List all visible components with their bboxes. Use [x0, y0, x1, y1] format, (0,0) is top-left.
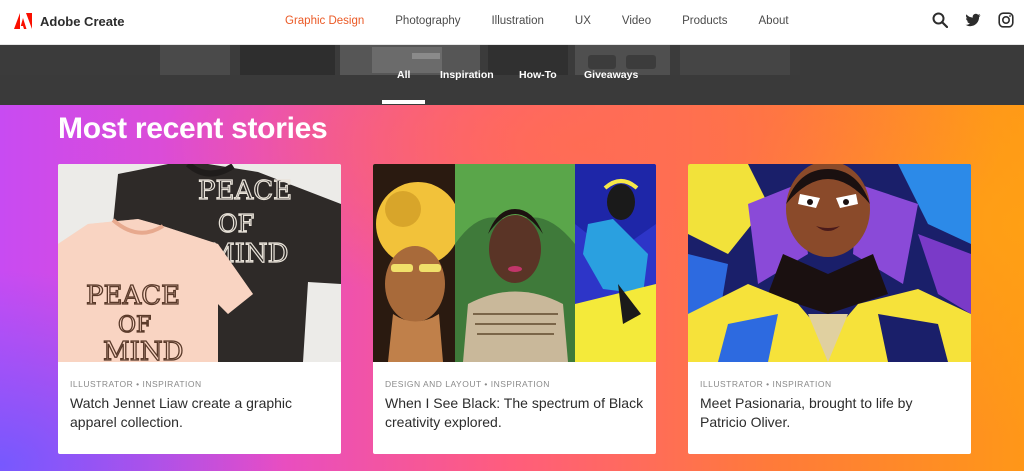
story-category: DESIGN AND LAYOUT • INSPIRATION [385, 379, 550, 389]
black-creativity-collage [373, 164, 656, 362]
tab-how-to[interactable]: How-To [519, 69, 557, 81]
nav-item-ux[interactable]: UX [575, 15, 591, 27]
nav-item-graphic-design[interactable]: Graphic Design [285, 15, 364, 27]
top-navigation: Adobe Create Graphic Design Photography … [0, 0, 1024, 45]
nav-item-photography[interactable]: Photography [395, 15, 460, 27]
svg-text:OF: OF [218, 210, 254, 238]
stories-section: Most recent stories PEACE OF MIND PEACE … [0, 105, 1024, 471]
brand[interactable]: Adobe Create [14, 13, 125, 29]
nav-item-illustration[interactable]: Illustration [491, 15, 543, 27]
tab-giveaways[interactable]: Giveaways [584, 69, 638, 81]
nav-item-video[interactable]: Video [622, 15, 651, 27]
brand-name: Adobe Create [40, 13, 125, 29]
story-thumbnail [373, 164, 656, 362]
instagram-icon[interactable] [998, 12, 1014, 28]
story-thumbnail: PEACE OF MIND PEACE OF MIND [58, 164, 341, 362]
story-thumbnail [688, 164, 971, 362]
story-title[interactable]: Meet Pasionaria, brought to life by Patr… [700, 394, 962, 432]
story-title[interactable]: When I See Black: The spectrum of Black … [385, 394, 647, 432]
nav-item-about[interactable]: About [759, 15, 789, 27]
svg-text:OF: OF [118, 313, 151, 338]
twitter-icon[interactable] [965, 12, 981, 28]
pasionaria-illustration [688, 164, 971, 362]
section-title: Most recent stories [58, 112, 328, 145]
adobe-logo-icon [14, 13, 32, 29]
tab-inspiration[interactable]: Inspiration [440, 69, 494, 81]
story-card[interactable]: ILLUSTRATOR • INSPIRATION Meet Pasionari… [688, 164, 971, 454]
story-title[interactable]: Watch Jennet Liaw create a graphic appar… [70, 394, 332, 432]
active-tab-indicator [382, 100, 425, 104]
svg-text:MIND: MIND [103, 337, 184, 362]
tshirt-illustration: PEACE OF MIND PEACE OF MIND [58, 164, 341, 362]
category-subnav: All Inspiration How-To Giveaways [0, 45, 1024, 105]
story-card[interactable]: DESIGN AND LAYOUT • INSPIRATION When I S… [373, 164, 656, 454]
story-category: ILLUSTRATOR • INSPIRATION [70, 379, 202, 389]
search-icon[interactable] [932, 12, 948, 28]
tab-all[interactable]: All [397, 69, 410, 81]
nav-item-products[interactable]: Products [682, 15, 727, 27]
svg-text:PEACE: PEACE [86, 281, 180, 311]
svg-text:PEACE: PEACE [198, 176, 292, 206]
subnav-tabs: All Inspiration How-To Giveaways [0, 45, 1024, 105]
story-card[interactable]: PEACE OF MIND PEACE OF MIND ILLUSTRATOR … [58, 164, 341, 454]
story-category: ILLUSTRATOR • INSPIRATION [700, 379, 832, 389]
main-nav: Graphic Design Photography Illustration … [285, 15, 820, 27]
nav-icons [932, 12, 1014, 28]
